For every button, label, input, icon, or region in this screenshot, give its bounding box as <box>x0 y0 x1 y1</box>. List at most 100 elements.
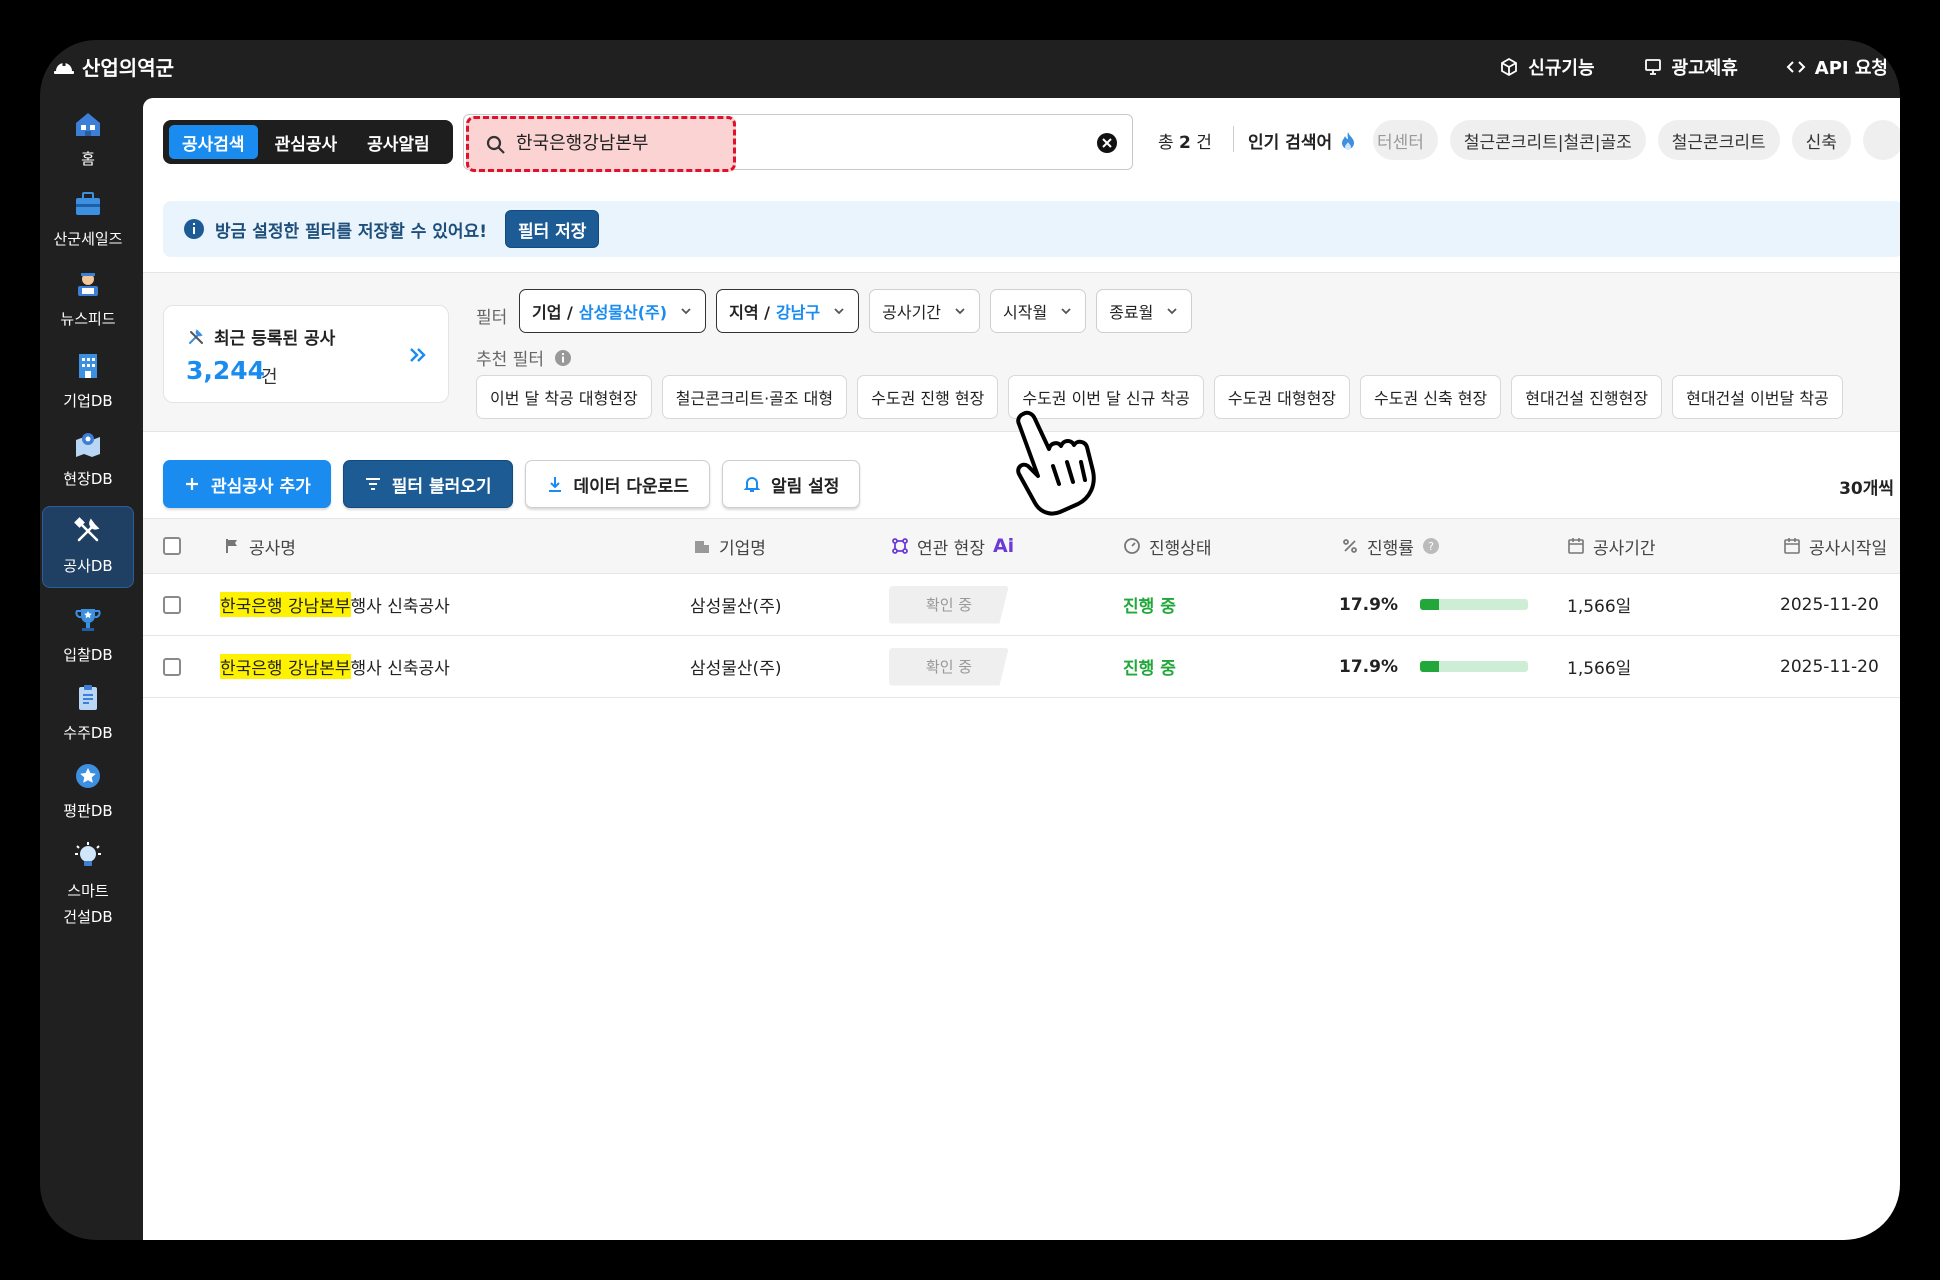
sidebar-item-bid-db[interactable]: 입찰DB <box>42 604 134 668</box>
table-row[interactable]: 한국은행 강남본부 행사 신축공사 삼성물산(주) 확인 중 진행 중 17.9%… <box>143 636 1900 698</box>
site-map-icon <box>76 433 100 457</box>
flag-icon <box>226 539 237 553</box>
chevron-down-icon <box>834 308 844 315</box>
filter-period-dropdown[interactable]: 공사기간 <box>869 289 981 333</box>
api-request-link[interactable]: API 요청 <box>1786 54 1888 80</box>
header-status[interactable]: 진행상태 <box>1123 519 1212 573</box>
download-icon <box>548 477 561 492</box>
progress-cell: 17.9% <box>1339 574 1528 635</box>
filter-row: 기업 / 삼성물산(주) 지역 / 강남구 공사기간 시작월 종료월 <box>519 289 1193 333</box>
new-features-link[interactable]: 신규기능 <box>1499 54 1595 80</box>
add-interest-button[interactable]: 관심공사 추가 <box>163 460 331 508</box>
banner-text: 방금 설정한 필터를 저장할 수 있어요! <box>215 221 487 242</box>
company-name: 삼성물산(주) <box>690 659 782 679</box>
filter-start-month-dropdown[interactable]: 시작월 <box>990 289 1087 333</box>
recommended-chip[interactable]: 수도권 신축 현장 <box>1360 375 1502 419</box>
hand-pointer-icon <box>1016 410 1096 516</box>
construction-name[interactable]: 한국은행 강남본부 행사 신축공사 <box>220 574 450 635</box>
filter-end-month-dropdown[interactable]: 종료월 <box>1096 289 1193 333</box>
table-row[interactable]: 한국은행 강남본부 행사 신축공사 삼성물산(주) 확인 중 진행 중 17.9%… <box>143 574 1900 636</box>
recent-construction-card[interactable]: 최근 등록된 공사 3,244 건 <box>163 305 449 403</box>
row-checkbox[interactable] <box>163 574 181 635</box>
filter-icon <box>365 478 380 490</box>
popular-search-label: 인기 검색어 <box>1248 128 1356 153</box>
period-cell: 1,566일 <box>1567 597 1632 617</box>
calendar-icon <box>1568 538 1584 554</box>
download-button[interactable]: 데이터 다운로드 <box>524 460 710 508</box>
recommended-chip[interactable]: 현대건설 이번달 착공 <box>1672 375 1843 419</box>
help-icon[interactable]: ? <box>1422 537 1440 555</box>
recommended-chip[interactable]: 이번 달 착공 대형현장 <box>476 375 652 419</box>
building-icon <box>695 541 709 553</box>
nodes-icon <box>892 538 908 554</box>
code-icon <box>1786 61 1806 73</box>
chevron-down-icon <box>955 308 965 315</box>
lightbulb-icon <box>75 842 101 866</box>
action-bar: 관심공사 추가 필터 불러오기 데이터 다운로드 알림 설정 <box>163 460 861 508</box>
sidebar-item-home[interactable]: 홈 <box>42 108 134 172</box>
load-filter-button[interactable]: 필터 불러오기 <box>342 460 513 508</box>
tools-icon <box>189 328 203 344</box>
recommended-chip[interactable]: 수도권 진행 현장 <box>857 375 999 419</box>
calendar-icon <box>1784 538 1800 554</box>
related-site-cell: 확인 중 <box>889 636 1009 697</box>
sidebar-item-reputation-db[interactable]: 평판DB <box>42 760 134 824</box>
tab-construction-alerts[interactable]: 공사알림 <box>354 125 443 159</box>
sidebar-item-order-db[interactable]: 수주DB <box>42 682 134 746</box>
main-content: 공사검색 관심공사 공사알림 총 2 건 인기 검색어 터센터 철근콘크리트|철… <box>143 98 1900 1240</box>
related-site-cell: 확인 중 <box>889 574 1009 635</box>
results-table: 공사명 기업명 연관 현장 Ai 진행상태 진행률 ? 공사기간 공사시작일 한… <box>143 518 1900 698</box>
sidebar-item-company-db[interactable]: 기업DB <box>42 350 134 414</box>
per-page-select[interactable]: 30개씩 <box>1839 474 1894 499</box>
ad-partnership-link[interactable]: 광고제휴 <box>1643 54 1738 80</box>
sidebar-item-sales[interactable]: 산군세일즈 <box>42 188 134 252</box>
sidebar-item-smart-construction-db[interactable]: 스마트 건설DB <box>42 840 134 930</box>
tab-interest-construction[interactable]: 관심공사 <box>262 125 351 159</box>
tab-construction-search[interactable]: 공사검색 <box>169 125 258 159</box>
search-input[interactable] <box>516 131 816 152</box>
filter-region-dropdown[interactable]: 지역 / 강남구 <box>716 289 860 333</box>
recommended-chip[interactable]: 철근콘크리트·골조 대형 <box>661 375 848 419</box>
recommended-chip[interactable]: 현대건설 진행현장 <box>1511 375 1663 419</box>
popular-chip[interactable]: 철근콘크리트|철콘|골조 <box>1449 120 1646 160</box>
header-name[interactable]: 공사명 <box>223 519 296 573</box>
alert-settings-button[interactable]: 알림 설정 <box>721 460 861 508</box>
search-tabs: 공사검색 관심공사 공사알림 <box>163 120 453 164</box>
header-start-date[interactable]: 공사시작일 <box>1783 519 1887 573</box>
period-cell: 1,566일 <box>1567 659 1632 679</box>
device-frame: 산업의역군 신규기능 광고제휴 API 요청 홈 산군세일즈 뉴스피드 기업DB… <box>0 0 1940 1280</box>
popular-chip-clipped[interactable] <box>1862 120 1900 160</box>
recommended-chip[interactable]: 수도권 대형현장 <box>1213 375 1351 419</box>
popular-chip[interactable]: 신축 <box>1791 120 1851 160</box>
header-company[interactable]: 기업명 <box>693 519 766 573</box>
sidebar-item-construction-db[interactable]: 공사DB <box>42 506 134 588</box>
sidebar-item-newsfeed[interactable]: 뉴스피드 <box>42 268 134 332</box>
header-progress[interactable]: 진행률 ? <box>1341 519 1440 573</box>
percent-icon <box>1343 539 1357 553</box>
popular-chip[interactable]: 터센터 <box>1373 120 1438 160</box>
info-icon[interactable] <box>554 349 572 367</box>
filter-label: 필터 <box>476 308 508 328</box>
app-screen: 산업의역군 신규기능 광고제휴 API 요청 홈 산군세일즈 뉴스피드 기업DB… <box>40 40 1900 1240</box>
bell-icon <box>743 477 761 492</box>
recommended-filter-label: 추천 필터 <box>476 345 572 370</box>
construction-name[interactable]: 한국은행 강남본부 행사 신축공사 <box>220 636 450 697</box>
filter-company-dropdown[interactable]: 기업 / 삼성물산(주) <box>519 289 707 333</box>
row-checkbox[interactable] <box>163 636 181 697</box>
info-icon <box>184 219 204 239</box>
search-box[interactable] <box>463 114 1133 172</box>
header-related-site[interactable]: 연관 현장 Ai <box>891 519 1014 573</box>
select-all-checkbox[interactable] <box>163 519 181 573</box>
helmet-logo-icon <box>54 59 74 74</box>
popular-chip[interactable]: 철근콘크리트 <box>1657 120 1780 160</box>
sidebar-item-site-db[interactable]: 현장DB <box>42 428 134 492</box>
app-logo[interactable]: 산업의역군 <box>52 52 174 81</box>
start-date-cell: 2025-11-20 <box>1780 656 1879 677</box>
clear-search-icon[interactable] <box>1096 132 1118 154</box>
header-period[interactable]: 공사기간 <box>1567 519 1656 573</box>
save-filter-button[interactable]: 필터 저장 <box>504 210 600 248</box>
logo-text: 산업의역군 <box>82 56 174 80</box>
trophy-icon <box>75 609 101 631</box>
tools-icon <box>74 517 100 542</box>
recommended-filter-chips: 이번 달 착공 대형현장 철근콘크리트·골조 대형 수도권 진행 현장 수도권 … <box>476 375 1843 419</box>
